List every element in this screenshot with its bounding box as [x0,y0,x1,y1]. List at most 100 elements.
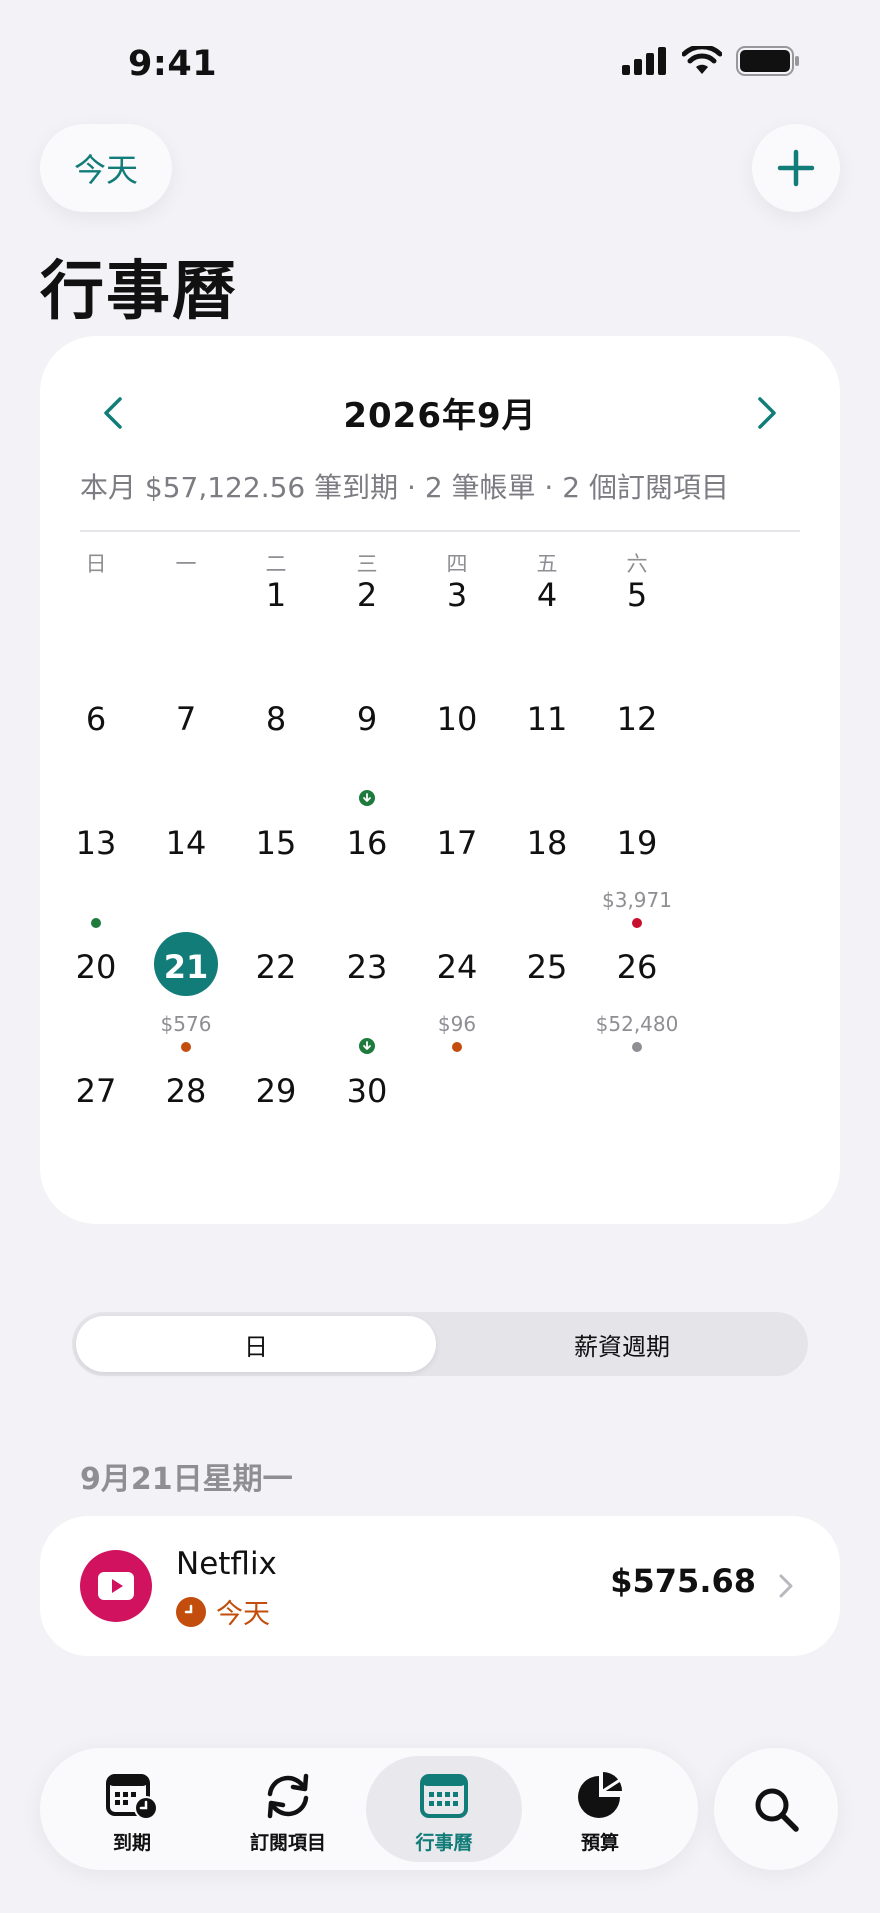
day-number: 21 [163,948,209,986]
calendar-day-3[interactable]: 3 [407,556,507,680]
month-summary: 本月 $57,122.56 筆到期 · 2 筆帳單 · 2 個訂閱項目 [80,471,729,504]
status-time: 9:41 [128,44,218,84]
weekday-label: 一 [175,552,197,576]
page-title: 行事曆 [40,255,238,329]
day-number: 20 [75,948,117,986]
clock-icon [176,1596,206,1627]
calendar-day-17[interactable]: 17 [407,804,507,928]
wifi-icon [682,46,722,74]
play-icon [98,1572,134,1600]
bill-item-netflix[interactable]: Netflix 今天 $575.68 [40,1516,840,1656]
add-button[interactable] [752,124,840,212]
today-button[interactable]: 今天 [40,124,172,212]
day-number: 27 [75,1072,117,1110]
day-number: 5 [626,576,648,614]
calendar-card: 2026年9月 本月 $57,122.56 筆到期 · 2 筆帳單 · 2 個訂… [40,336,840,1224]
month-title: 2026年9月 [343,396,537,436]
cellular-signal-icon [622,47,666,75]
event-dot [91,918,101,928]
tab-subscriptions[interactable]: 訂閱項目 [210,1756,366,1862]
segment-day[interactable]: 日 [76,1316,436,1372]
calendar-day-27[interactable]: 27 [46,1052,146,1176]
chevron-right-icon [758,397,776,429]
search-button[interactable] [714,1748,838,1870]
day-number: 14 [165,824,207,862]
calendar-day-4[interactable]: 4 [497,556,597,680]
calendar-day-21[interactable]: 21 $576 [136,928,236,1052]
recurring-arrows-icon [260,1770,316,1822]
day-number: 12 [616,700,658,738]
calendar-grid-icon [416,1770,472,1822]
calendar-day-7[interactable]: 7 [136,680,236,804]
calendar-day-22[interactable]: 22 [226,928,326,1052]
tab-subscriptions-label: 訂閱項目 [249,1832,326,1854]
chevron-right-icon [772,1568,800,1604]
date-section-header: 9月21日星期一 [80,1462,293,1497]
tab-due[interactable]: 到期 [54,1756,210,1862]
calendar-day-10[interactable]: 10 [407,680,507,804]
day-number: 9 [356,700,378,738]
calendar-clock-icon [104,1770,160,1822]
calendar-day-28[interactable]: 28 [136,1052,236,1176]
calendar-day-2[interactable]: 2 [317,556,417,680]
day-number: 13 [75,824,117,862]
calendar-day-9[interactable]: 9 [317,680,417,806]
calendar-day-12[interactable]: 12 [587,680,687,804]
calendar-day-6[interactable]: 6 [46,680,146,804]
day-number: 29 [255,1072,297,1110]
calendar-day-5[interactable]: 5 [587,556,687,680]
day-number: 6 [85,700,107,738]
calendar-day-15[interactable]: 15 [226,804,326,928]
day-number: 18 [526,824,568,862]
pie-chart-icon [572,1770,628,1822]
calendar-day-26[interactable]: 26 $52,480 [587,928,687,1052]
day-number: 3 [446,576,468,614]
calendar-day-1[interactable]: 1 [226,556,326,680]
day-number: 26 [616,948,658,986]
day-number: 24 [436,948,478,986]
weekday-label: 日 [85,552,107,576]
day-number: 19 [616,824,658,862]
calendar-day-30[interactable]: 30 [317,1052,417,1176]
day-number: 15 [255,824,297,862]
status-bar: 9:41 [0,0,880,120]
event-dot [632,1042,642,1052]
event-dot [181,1042,191,1052]
calendar-day-14[interactable]: 14 [136,804,236,928]
day-number: 1 [265,576,287,614]
divider [80,530,800,532]
day-number: 22 [255,948,297,986]
segment-pay-period[interactable]: 薪資週期 [440,1316,804,1372]
day-number: 4 [536,576,558,614]
day-number: 30 [346,1072,388,1110]
item-amount: $575.68 [610,1562,756,1600]
calendar-day-19[interactable]: 19 $3,971 [587,804,687,928]
tab-budget[interactable]: 預算 [522,1756,678,1862]
event-dot [452,1042,462,1052]
day-number: 25 [526,948,568,986]
battery-icon [736,46,799,76]
tab-calendar[interactable]: 行事曆 [366,1756,522,1862]
day-number: 23 [346,948,388,986]
search-icon [755,1788,799,1832]
plus-icon [777,149,815,187]
day-number: 28 [165,1072,207,1110]
view-segmented-control: 日 薪資週期 [72,1312,808,1376]
item-due-status: 今天 [176,1592,270,1631]
day-number: 17 [436,824,478,862]
tab-calendar-label: 行事曆 [415,1832,473,1854]
calendar-day-11[interactable]: 11 [497,680,597,804]
calendar-day-13[interactable]: 13 [46,804,146,928]
day-number: 7 [175,700,197,738]
day-number: 8 [265,700,287,738]
calendar-day-24[interactable]: 24 $96 [407,928,507,1052]
event-dot [632,918,642,928]
calendar-day-29[interactable]: 29 [226,1052,326,1176]
next-month-button[interactable] [742,388,792,438]
day-number: 16 [346,824,388,862]
calendar-day-8[interactable]: 8 [226,680,326,804]
tab-due-label: 到期 [112,1832,151,1854]
day-number: 11 [526,700,568,738]
calendar-day-16[interactable]: 16 [317,804,417,928]
netflix-avatar [80,1550,152,1622]
